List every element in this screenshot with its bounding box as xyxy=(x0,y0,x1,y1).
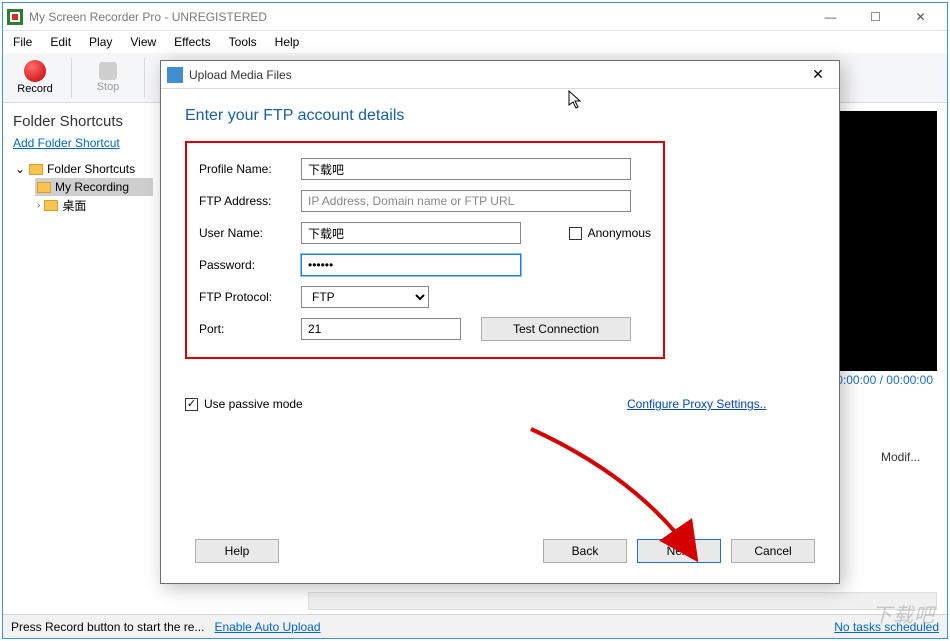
record-button[interactable]: Record xyxy=(11,60,59,95)
video-preview xyxy=(829,111,937,371)
menu-file[interactable]: File xyxy=(13,35,32,49)
folder-icon xyxy=(37,182,51,193)
anonymous-checkbox[interactable]: Anonymous xyxy=(569,226,651,240)
tree-root-label: Folder Shortcuts xyxy=(47,162,135,176)
title-bar: My Screen Recorder Pro - UNREGISTERED ― … xyxy=(3,3,947,31)
window-title: My Screen Recorder Pro - UNREGISTERED xyxy=(29,10,267,24)
passive-label: Use passive mode xyxy=(204,397,303,411)
tree-item-my-recording[interactable]: My Recording xyxy=(35,178,153,196)
dialog-titlebar: Upload Media Files ✕ xyxy=(161,61,839,89)
ftp-address-input[interactable] xyxy=(301,190,631,212)
checkbox-icon xyxy=(569,227,582,240)
time-display: 00:00:00 / 00:00:00 xyxy=(830,373,933,387)
folder-tree[interactable]: ⌄ Folder Shortcuts My Recording › 桌面 xyxy=(13,160,153,214)
checkbox-icon: ✓ xyxy=(185,398,198,411)
user-name-input[interactable] xyxy=(301,222,521,244)
annotation-arrow xyxy=(521,419,721,589)
left-panel: Folder Shortcuts Add Folder Shortcut ⌄ F… xyxy=(3,103,163,612)
status-text: Press Record button to start the re... xyxy=(11,620,204,634)
label-port: Port: xyxy=(199,322,301,336)
folder-icon xyxy=(29,164,43,175)
horizontal-scrollbar[interactable] xyxy=(308,592,937,610)
ftp-protocol-select[interactable]: FTP xyxy=(301,286,429,308)
next-button[interactable]: Next xyxy=(637,539,721,563)
menu-edit[interactable]: Edit xyxy=(50,35,71,49)
tree-item-label: My Recording xyxy=(55,180,129,194)
enable-auto-upload-link[interactable]: Enable Auto Upload xyxy=(214,620,320,634)
tree-root[interactable]: ⌄ Folder Shortcuts xyxy=(13,160,153,178)
stop-button[interactable]: Stop xyxy=(84,62,132,93)
upload-dialog: Upload Media Files ✕ Enter your FTP acco… xyxy=(160,60,840,584)
password-input[interactable] xyxy=(301,254,521,276)
test-connection-button[interactable]: Test Connection xyxy=(481,317,631,341)
dialog-icon xyxy=(167,67,183,83)
stop-label: Stop xyxy=(97,81,120,93)
record-icon xyxy=(24,60,46,82)
folder-icon xyxy=(44,200,58,211)
menu-help[interactable]: Help xyxy=(275,35,300,49)
label-profile: Profile Name: xyxy=(199,162,301,176)
close-button[interactable]: ✕ xyxy=(898,3,943,31)
app-icon xyxy=(7,9,23,25)
menu-view[interactable]: View xyxy=(130,35,156,49)
minimize-button[interactable]: ― xyxy=(808,3,853,31)
cancel-button[interactable]: Cancel xyxy=(731,539,815,563)
tree-item-label: 桌面 xyxy=(62,197,86,214)
no-tasks-link[interactable]: No tasks scheduled xyxy=(834,620,939,634)
menu-effects[interactable]: Effects xyxy=(174,35,210,49)
label-password: Password: xyxy=(199,258,301,272)
tree-item-desktop[interactable]: › 桌面 xyxy=(35,196,153,214)
help-button[interactable]: Help xyxy=(195,539,279,563)
record-label: Record xyxy=(17,83,52,95)
dialog-close-button[interactable]: ✕ xyxy=(803,66,833,83)
status-bar: Press Record button to start the re... E… xyxy=(3,614,947,638)
collapse-icon[interactable]: ⌄ xyxy=(15,162,25,176)
dialog-heading: Enter your FTP account details xyxy=(185,107,815,125)
configure-proxy-link[interactable]: Configure Proxy Settings.. xyxy=(627,397,766,411)
expand-icon[interactable]: › xyxy=(37,200,40,211)
maximize-button[interactable]: ☐ xyxy=(853,3,898,31)
menu-bar: File Edit Play View Effects Tools Help xyxy=(3,31,947,53)
label-address: FTP Address: xyxy=(199,194,301,208)
port-input[interactable] xyxy=(301,318,461,340)
left-heading: Folder Shortcuts xyxy=(13,113,153,130)
menu-play[interactable]: Play xyxy=(89,35,112,49)
stop-icon xyxy=(99,62,117,80)
label-user: User Name: xyxy=(199,226,301,240)
column-modified[interactable]: Modif... xyxy=(881,450,941,470)
label-protocol: FTP Protocol: xyxy=(199,290,301,304)
dialog-footer: Help Back Next Cancel xyxy=(185,539,815,563)
add-folder-shortcut-link[interactable]: Add Folder Shortcut xyxy=(13,136,120,150)
ftp-form-highlight: Profile Name: FTP Address: User Name: An… xyxy=(185,141,665,359)
dialog-title: Upload Media Files xyxy=(189,68,292,82)
menu-tools[interactable]: Tools xyxy=(229,35,257,49)
back-button[interactable]: Back xyxy=(543,539,627,563)
anonymous-label: Anonymous xyxy=(588,226,651,240)
time-total: 00:00:00 xyxy=(886,373,933,387)
passive-mode-checkbox[interactable]: ✓ Use passive mode xyxy=(185,397,303,411)
profile-name-input[interactable] xyxy=(301,158,631,180)
